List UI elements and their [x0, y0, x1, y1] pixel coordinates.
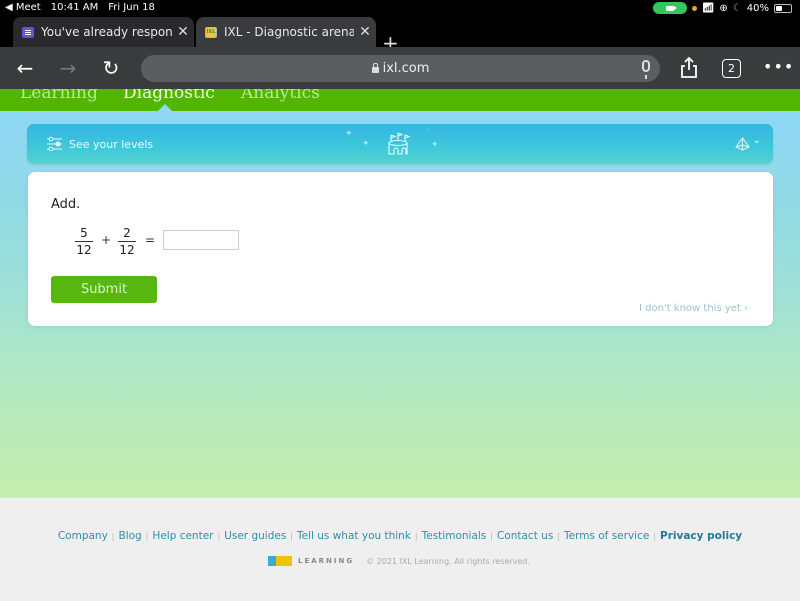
- plus-operator: +: [101, 233, 112, 247]
- question-card: Add. 5 12 + 2 12 = Submit I don't know t…: [28, 172, 773, 326]
- back-button[interactable]: ←: [12, 55, 38, 81]
- forward-button[interactable]: →: [55, 55, 81, 81]
- mic-in-use-dot-icon: [691, 5, 697, 11]
- castle-icon: [388, 132, 411, 155]
- chevron-down-icon[interactable]: ⌄: [753, 135, 761, 146]
- separator: |: [217, 532, 221, 541]
- close-tab-icon[interactable]: ✕: [354, 24, 376, 40]
- nav-analytics[interactable]: Analytics: [241, 89, 320, 103]
- sparkle-icon: ✦: [345, 129, 353, 139]
- footer-link-blog[interactable]: Blog: [119, 530, 142, 542]
- footer-link-contact[interactable]: Contact us: [497, 530, 553, 542]
- see-your-levels-label: See your levels: [69, 138, 154, 151]
- logo-word: LEARNING: [298, 557, 355, 565]
- tab-title: You've already responded: [41, 25, 172, 39]
- status-date: Fri Jun 18: [108, 2, 155, 13]
- share-icon: [681, 57, 697, 78]
- close-tab-icon[interactable]: ✕: [172, 24, 194, 40]
- ixl-top-nav: Learning Diagnostic Analytics: [0, 89, 800, 111]
- reload-button[interactable]: ↻: [98, 55, 124, 81]
- address-bar[interactable]: ixl.com: [141, 55, 660, 82]
- browser-toolbar: ← → ↻ ixl.com 2 •••: [0, 47, 800, 89]
- numerator: 5: [80, 226, 88, 240]
- footer-link-company[interactable]: Company: [58, 530, 108, 542]
- video-camera-icon: [665, 5, 677, 11]
- pyramid-icon: [735, 137, 750, 151]
- more-options-button[interactable]: •••: [763, 57, 794, 76]
- separator: |: [490, 532, 493, 541]
- equals-sign: =: [145, 233, 156, 247]
- ixl-page: Learning Diagnostic Analytics See your l…: [0, 89, 800, 601]
- copyright-row: LEARNING © 2021 IXL Learning. All rights…: [268, 556, 530, 566]
- battery-icon: [774, 3, 792, 13]
- separator: |: [557, 532, 560, 541]
- i-dont-know-link[interactable]: I don't know this yet ›: [639, 303, 748, 314]
- question-prompt: Add.: [51, 197, 81, 212]
- arrow-left-icon: ←: [16, 56, 34, 80]
- do-not-disturb-icon: ☾: [732, 2, 742, 14]
- submit-button[interactable]: Submit: [51, 276, 157, 303]
- microphone-icon[interactable]: [642, 60, 650, 79]
- google-forms-favicon-icon: [22, 26, 34, 38]
- footer-link-user-guides[interactable]: User guides: [224, 530, 286, 542]
- ixl-logo-icon: [268, 556, 292, 566]
- separator: |: [145, 532, 149, 541]
- tab-title: IXL - Diagnostic arena: [224, 25, 354, 39]
- ixl-favicon-icon: IXL: [205, 26, 217, 38]
- separator: |: [290, 532, 293, 541]
- denominator: 12: [76, 243, 92, 257]
- lock-icon: [371, 62, 379, 73]
- arrow-right-icon: →: [59, 56, 77, 80]
- share-button[interactable]: [676, 55, 702, 81]
- battery-fill: [776, 5, 782, 11]
- denominator: 12: [119, 243, 135, 257]
- separator: |: [653, 532, 657, 541]
- nav-diagnostic[interactable]: Diagnostic: [123, 89, 215, 103]
- facetime-indicator[interactable]: [652, 2, 687, 14]
- battery-percent: 40%: [746, 2, 769, 14]
- browser-tab-ixl[interactable]: IXL IXL - Diagnostic arena ✕: [196, 17, 376, 47]
- separator: |: [111, 532, 115, 541]
- fraction-bar: [75, 241, 93, 242]
- footer-link-feedback[interactable]: Tell us what you think: [297, 530, 411, 542]
- wifi-icon: 📶︎: [701, 2, 715, 14]
- fraction-bar: [118, 241, 136, 242]
- sparkle-icon: ✦: [431, 140, 439, 150]
- sliders-icon: [47, 136, 62, 151]
- answer-input[interactable]: [163, 230, 239, 250]
- page-footer: Company | Blog | Help center | User guides | Tel…: [0, 498, 800, 601]
- fraction-second: 2 12: [117, 226, 137, 257]
- copyright-text: © 2021 IXL Learning. All rights reserved…: [366, 556, 530, 566]
- sparkle-icon: ·: [427, 126, 430, 136]
- sparkle-icon: ✦: [362, 139, 370, 149]
- status-time: 10:41 AM: [50, 2, 99, 13]
- footer-link-terms[interactable]: Terms of service: [564, 530, 649, 542]
- orientation-lock-icon: ⊕: [719, 2, 728, 14]
- footer-links: Company | Blog | Help center | User guides | Tel…: [0, 530, 800, 542]
- separator: |: [414, 532, 418, 541]
- ios-status-bar: ◀ Meet 10:41 AM Fri Jun 18 📶︎ ⊕ ☾ 40%: [0, 0, 800, 16]
- active-nav-pointer: [158, 104, 172, 111]
- footer-link-help-center[interactable]: Help center: [152, 530, 213, 542]
- url-text: ixl.com: [382, 61, 430, 76]
- nav-learning[interactable]: Learning: [20, 89, 98, 103]
- see-your-levels-bar[interactable]: See your levels ✦ ✦ · ✦ ⌄: [27, 124, 773, 164]
- tab-switcher-button[interactable]: 2: [722, 59, 741, 78]
- footer-link-privacy[interactable]: Privacy policy: [660, 530, 742, 542]
- browser-tab-forms[interactable]: You've already responded ✕: [13, 17, 194, 47]
- footer-link-testimonials[interactable]: Testimonials: [422, 530, 487, 542]
- back-to-app-link[interactable]: ◀ Meet: [5, 2, 41, 13]
- fraction-first: 5 12: [74, 226, 94, 257]
- numerator: 2: [123, 226, 131, 240]
- browser-tab-bar: You've already responded ✕ IXL IXL - Dia…: [0, 16, 800, 53]
- reload-icon: ↻: [102, 56, 120, 80]
